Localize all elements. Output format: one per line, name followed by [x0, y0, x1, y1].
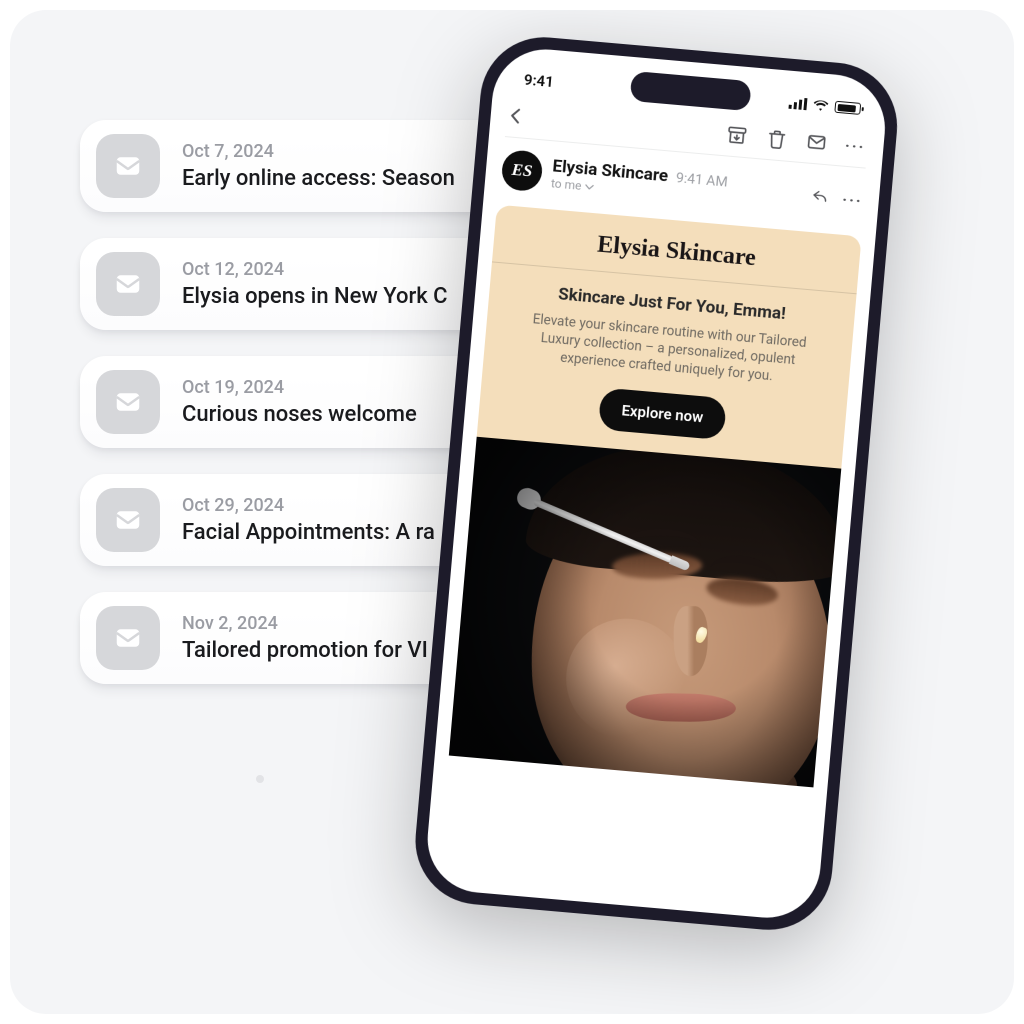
message-more-icon[interactable]: ··· — [842, 189, 864, 210]
brand-name: Elysia Skincare — [513, 224, 840, 279]
mail-icon — [96, 134, 160, 198]
hero-image — [449, 436, 841, 787]
email-body: Elysia Skincare Skincare Just For You, E… — [449, 205, 862, 787]
email-subject: Tailored promotion for VI — [182, 638, 428, 663]
trash-icon[interactable] — [764, 127, 788, 151]
more-icon[interactable]: ··· — [844, 135, 866, 156]
email-date: Oct 29, 2024 — [182, 495, 435, 516]
battery-icon — [834, 101, 861, 115]
mail-icon — [96, 606, 160, 670]
email-subject: Curious noses welcome — [182, 402, 417, 427]
email-subject: Facial Appointments: A ra — [182, 520, 435, 545]
mail-icon — [96, 252, 160, 316]
status-time: 9:41 — [523, 71, 554, 92]
archive-icon[interactable] — [725, 123, 749, 147]
canvas: Oct 7, 2024 Early online access: Season Oc… — [10, 10, 1014, 1014]
explore-button[interactable]: Explore now — [598, 387, 727, 440]
pager-dot — [256, 775, 264, 783]
email-date: Oct 7, 2024 — [182, 141, 455, 162]
sender-avatar[interactable]: ES — [500, 149, 543, 192]
hero-card: Elysia Skincare Skincare Just For You, E… — [477, 205, 862, 469]
email-subject: Elysia opens in New York C — [182, 284, 448, 309]
reply-icon[interactable] — [810, 185, 830, 208]
wifi-icon — [812, 99, 829, 112]
phone-screen: 9:41 — [423, 45, 889, 922]
mail-icon — [96, 370, 160, 434]
back-icon[interactable] — [504, 104, 528, 128]
cell-signal-icon — [788, 97, 807, 111]
chevron-down-icon — [584, 182, 594, 192]
phone-frame: 9:41 — [410, 32, 902, 935]
envelope-icon[interactable] — [804, 130, 828, 154]
phone-mockup: 9:41 — [410, 32, 902, 935]
email-date: Nov 2, 2024 — [182, 613, 428, 634]
mail-icon — [96, 488, 160, 552]
email-date: Oct 12, 2024 — [182, 259, 448, 280]
email-subject: Early online access: Season — [182, 166, 455, 191]
email-date: Oct 19, 2024 — [182, 377, 417, 398]
